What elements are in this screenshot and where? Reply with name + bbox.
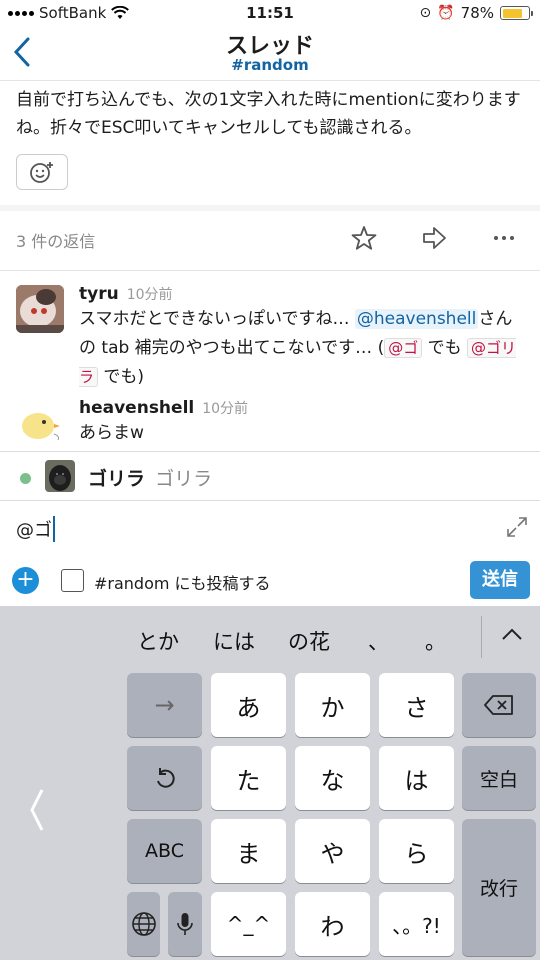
message-input-text: @ゴ bbox=[16, 520, 52, 541]
kana-key[interactable]: は bbox=[379, 746, 454, 810]
return-key[interactable]: 改行 bbox=[462, 819, 536, 956]
suggestion-display-name: ゴリラ bbox=[88, 468, 146, 490]
battery-percent: 78% bbox=[460, 4, 494, 22]
kana-key[interactable]: か bbox=[295, 673, 370, 737]
add-reaction-button[interactable] bbox=[16, 154, 68, 190]
thread-divider bbox=[0, 270, 540, 271]
dictation-key[interactable] bbox=[168, 892, 202, 956]
chevron-up-icon bbox=[502, 628, 522, 640]
timestamp: 10分前 bbox=[126, 287, 173, 303]
kana-key[interactable]: ま bbox=[211, 819, 286, 883]
timestamp: 10分前 bbox=[202, 401, 249, 417]
username[interactable]: tyru bbox=[79, 284, 119, 304]
add-reaction-icon bbox=[30, 162, 53, 183]
message-header: tyru 10分前 bbox=[79, 284, 173, 304]
online-status-icon bbox=[20, 473, 31, 484]
suggestion-full-name: ゴリラ bbox=[155, 468, 213, 490]
candidate-word[interactable]: 。 bbox=[425, 626, 446, 656]
kana-key[interactable]: さ bbox=[379, 673, 454, 737]
kana-key[interactable]: や bbox=[295, 819, 370, 883]
kana-key[interactable]: な bbox=[295, 746, 370, 810]
also-post-checkbox[interactable] bbox=[61, 569, 84, 592]
candidate-word[interactable]: には bbox=[213, 626, 255, 656]
inline-code: @ゴ bbox=[384, 338, 423, 358]
undo-icon bbox=[156, 768, 175, 788]
keyboard-left-arrow[interactable] bbox=[28, 786, 46, 845]
message-text: でも) bbox=[98, 367, 145, 387]
expand-button[interactable] bbox=[505, 515, 529, 543]
space-key[interactable]: 空白 bbox=[462, 746, 536, 810]
abc-key[interactable]: ABC bbox=[127, 819, 202, 883]
battery-icon bbox=[500, 6, 533, 20]
also-post-label: #random にも投稿する bbox=[94, 574, 271, 593]
parent-message-text: 自前で打ち込んでも、次の1文字入れた時にmentionに変わりますね。折々でES… bbox=[16, 90, 521, 138]
avatar[interactable] bbox=[16, 285, 64, 333]
undo-key[interactable] bbox=[127, 746, 202, 810]
message-text: スマホだとできないっぽいですね… bbox=[79, 309, 355, 329]
kana-key[interactable]: ら bbox=[379, 819, 454, 883]
message-header: heavenshell 10分前 bbox=[79, 398, 248, 418]
alarm-icon: ⏰ bbox=[437, 5, 455, 21]
plus-icon: + bbox=[16, 567, 35, 592]
punctuation-key[interactable]: 、。?! bbox=[379, 892, 454, 956]
arrow-key[interactable]: → bbox=[127, 673, 202, 737]
microphone-icon bbox=[177, 913, 193, 935]
candidate-word[interactable]: の花 bbox=[288, 626, 330, 656]
candidate-divider bbox=[481, 616, 482, 658]
more-button[interactable] bbox=[492, 230, 516, 249]
send-button[interactable]: 送信 bbox=[470, 561, 530, 599]
attach-plus-button[interactable]: + bbox=[12, 567, 39, 594]
share-button[interactable] bbox=[420, 224, 448, 256]
star-icon bbox=[351, 226, 377, 250]
globe-key[interactable] bbox=[127, 892, 160, 956]
candidate-word[interactable]: とか bbox=[137, 626, 179, 656]
kana-key[interactable]: わ bbox=[295, 892, 370, 956]
message-body: あらまw bbox=[79, 423, 144, 443]
chick-avatar-image bbox=[22, 413, 60, 441]
kana-key[interactable]: あ bbox=[211, 673, 286, 737]
delete-key[interactable] bbox=[462, 673, 536, 737]
chevron-left-icon bbox=[30, 789, 44, 831]
message-text: でも bbox=[422, 338, 468, 358]
status-bar: SoftBank 11:51 ⊙ ⏰ 78% bbox=[0, 0, 540, 28]
reply-count: 3 件の返信 bbox=[16, 232, 96, 251]
user-mention[interactable]: @heavenshell bbox=[354, 309, 479, 329]
share-arrow-icon bbox=[423, 227, 446, 249]
text-caret bbox=[53, 516, 55, 542]
message-input[interactable]: @ゴ bbox=[16, 516, 55, 542]
header-divider bbox=[0, 80, 540, 81]
globe-icon bbox=[131, 912, 156, 936]
mention-suggestion-row[interactable]: ゴリラ ゴリラ bbox=[0, 451, 540, 501]
username[interactable]: heavenshell bbox=[79, 398, 194, 418]
nav-header: スレッド #random bbox=[0, 28, 540, 80]
user-avatar-image bbox=[16, 285, 64, 333]
gorilla-avatar-image bbox=[45, 460, 75, 492]
message-body: スマホだとできないっぽいですね… @heavenshell さんの tab 補完の… bbox=[79, 305, 524, 392]
expand-icon bbox=[507, 517, 527, 537]
suggestion-names: ゴリラ ゴリラ bbox=[88, 464, 212, 491]
star-button[interactable] bbox=[350, 224, 378, 256]
more-icon bbox=[494, 236, 514, 240]
kana-key[interactable]: た bbox=[211, 746, 286, 810]
orientation-lock-icon: ⊙ bbox=[419, 5, 432, 21]
kaomoji-key[interactable]: ^_^ bbox=[211, 892, 286, 956]
section-separator bbox=[0, 205, 540, 211]
backspace-icon bbox=[484, 695, 513, 715]
channel-link[interactable]: #random bbox=[0, 56, 540, 74]
avatar[interactable] bbox=[16, 400, 64, 448]
expand-candidates-button[interactable] bbox=[500, 626, 524, 646]
candidate-word[interactable]: 、 bbox=[368, 626, 389, 656]
keyboard: とか には の花 、 。 → あ か さ た な は 空白 ABC ま や ら … bbox=[0, 606, 540, 960]
avatar bbox=[45, 460, 75, 492]
status-right: ⊙ ⏰ 78% bbox=[419, 4, 533, 22]
